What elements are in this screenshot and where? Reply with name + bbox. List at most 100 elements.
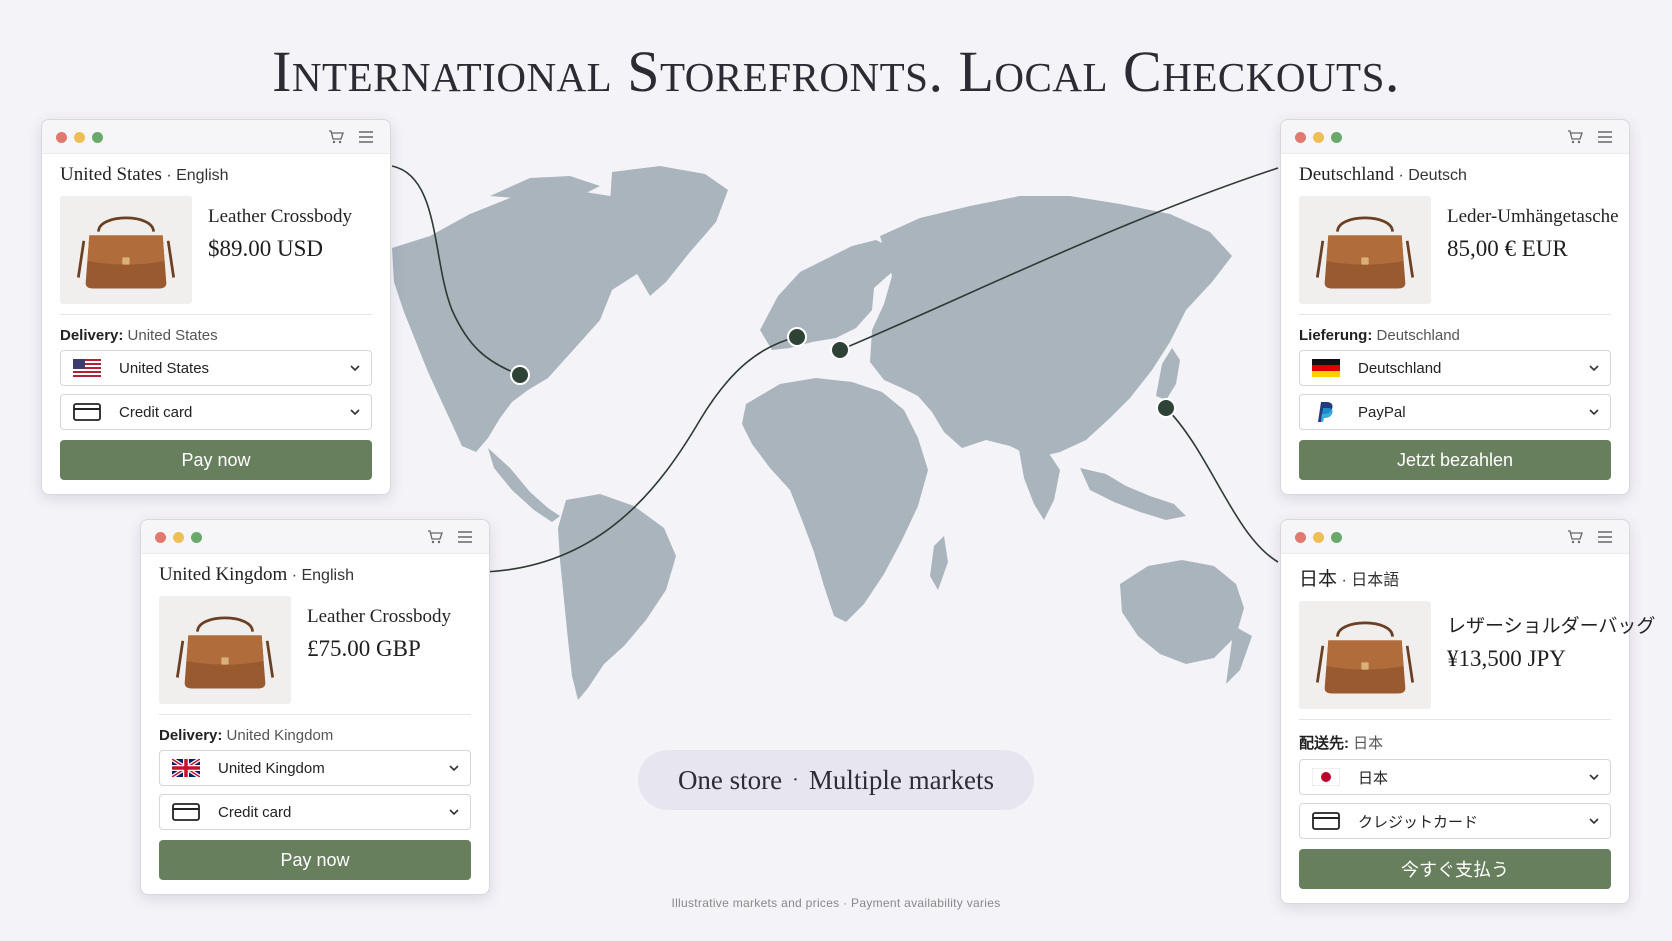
jp-flag-icon <box>1312 767 1342 787</box>
country-select[interactable]: Deutschland <box>1299 350 1611 386</box>
pay-now-button[interactable]: Pay now <box>60 440 372 480</box>
chevron-down-icon <box>448 807 460 817</box>
storefront-us: United States · English Leather Crossbod… <box>41 119 391 495</box>
country-select[interactable]: United States <box>60 350 372 386</box>
language-name: Deutsch <box>1408 167 1467 184</box>
footnote: Illustrative markets and prices · Paymen… <box>671 896 1001 910</box>
market-name: United Kingdom <box>159 564 288 585</box>
payment-select[interactable]: Credit card <box>60 394 372 430</box>
country-select-value: United States <box>119 359 210 377</box>
close-dot-icon[interactable] <box>56 132 67 143</box>
credit-card-icon <box>172 802 202 822</box>
product-name: Leder-Umhängetasche <box>1447 206 1619 227</box>
pin-uk <box>787 327 807 347</box>
close-dot-icon[interactable] <box>1295 132 1306 143</box>
product-name: Leather Crossbody <box>208 206 353 227</box>
delivery-line: Delivery: United Kingdom <box>141 715 489 744</box>
maximize-dot-icon[interactable] <box>1331 132 1342 143</box>
delivery-value: Deutschland <box>1376 327 1460 344</box>
handbag-icon <box>71 204 181 296</box>
pay-now-button[interactable]: 今すぐ支払う <box>1299 849 1611 889</box>
country-select-value: Deutschland <box>1358 359 1442 377</box>
product-summary: レザーショルダーバッグ ¥13,500 JPY <box>1281 591 1655 709</box>
close-dot-icon[interactable] <box>1295 532 1306 543</box>
product-image <box>60 196 192 304</box>
paypal-icon <box>1312 402 1342 422</box>
maximize-dot-icon[interactable] <box>1331 532 1342 543</box>
minimize-dot-icon[interactable] <box>1313 532 1324 543</box>
product-price: 85,00 € EUR <box>1447 236 1568 261</box>
us-flag-icon <box>73 358 103 378</box>
product-image <box>159 596 291 704</box>
window-titlebar <box>1281 120 1629 154</box>
maximize-dot-icon[interactable] <box>92 132 103 143</box>
product-summary: Leather Crossbody $89.00 USD <box>42 186 390 304</box>
payment-select[interactable]: PayPal <box>1299 394 1611 430</box>
chevron-down-icon <box>349 363 361 373</box>
separator: · <box>166 167 172 184</box>
separator: · <box>291 567 298 584</box>
cart-icon[interactable] <box>1567 530 1583 544</box>
tagline-right: Multiple markets <box>808 764 995 795</box>
de-flag-icon <box>1312 358 1342 378</box>
world-map-land <box>392 166 1252 700</box>
window-titlebar <box>1281 520 1629 554</box>
pay-now-button[interactable]: Jetzt bezahlen <box>1299 440 1611 480</box>
handbag-icon <box>170 604 280 696</box>
product-name: Leather Crossbody <box>307 606 452 627</box>
menu-icon[interactable] <box>358 130 374 144</box>
handbag-icon <box>1310 204 1420 296</box>
payment-select-value: Credit card <box>119 403 193 421</box>
country-select[interactable]: United Kingdom <box>159 750 471 786</box>
delivery-label: Delivery: <box>159 727 223 744</box>
delivery-label: Delivery: <box>60 327 124 344</box>
minimize-dot-icon[interactable] <box>173 532 184 543</box>
market-name: 日本 <box>1299 569 1338 590</box>
chevron-down-icon <box>1588 772 1600 782</box>
payment-select-value: クレジットカード <box>1358 813 1479 831</box>
payment-select[interactable]: Credit card <box>159 794 471 830</box>
product-price: $89.00 USD <box>208 236 324 261</box>
market-line: United States · English <box>42 154 390 186</box>
market-line: 日本 · 日本語 <box>1281 554 1629 591</box>
delivery-line: 配送先: 日本 <box>1281 720 1629 753</box>
close-dot-icon[interactable] <box>155 532 166 543</box>
minimize-dot-icon[interactable] <box>74 132 85 143</box>
pin-jp <box>1156 398 1176 418</box>
delivery-label: 配送先: <box>1299 735 1349 752</box>
cart-icon[interactable] <box>427 530 443 544</box>
maximize-dot-icon[interactable] <box>191 532 202 543</box>
payment-select[interactable]: クレジットカード <box>1299 803 1611 839</box>
tagline-separator: · <box>792 768 799 791</box>
country-select[interactable]: 日本 <box>1299 759 1611 795</box>
delivery-line: Delivery: United States <box>42 315 390 344</box>
pin-de <box>830 340 850 360</box>
market-line: United Kingdom · English <box>141 554 489 586</box>
country-select-value: 日本 <box>1358 769 1389 787</box>
tagline-pill: One store · Multiple markets <box>638 750 1034 810</box>
storefront-jp: 日本 · 日本語 レザーショルダーバッグ ¥13,500 JPY 配送先: 日本… <box>1280 519 1655 904</box>
payment-select-value: PayPal <box>1358 403 1406 421</box>
separator: · <box>1398 167 1404 184</box>
menu-icon[interactable] <box>1597 530 1613 544</box>
minimize-dot-icon[interactable] <box>1313 132 1324 143</box>
chevron-down-icon <box>1588 816 1600 826</box>
payment-select-value: Credit card <box>218 803 292 821</box>
cart-icon[interactable] <box>1567 130 1583 144</box>
menu-icon[interactable] <box>1597 130 1613 144</box>
delivery-value: United Kingdom <box>226 727 334 744</box>
uk-flag-icon <box>172 758 202 778</box>
tagline-left: One store <box>677 764 783 795</box>
delivery-value: United States <box>127 327 218 344</box>
delivery-label: Lieferung: <box>1299 327 1373 344</box>
product-image <box>1299 196 1431 304</box>
language-name: English <box>176 167 229 184</box>
window-titlebar <box>141 520 489 554</box>
product-image <box>1299 601 1431 709</box>
cart-icon[interactable] <box>328 130 344 144</box>
product-price: £75.00 GBP <box>307 636 421 661</box>
delivery-value: 日本 <box>1353 735 1384 752</box>
menu-icon[interactable] <box>457 530 473 544</box>
chevron-down-icon <box>349 407 361 417</box>
pay-now-button[interactable]: Pay now <box>159 840 471 880</box>
